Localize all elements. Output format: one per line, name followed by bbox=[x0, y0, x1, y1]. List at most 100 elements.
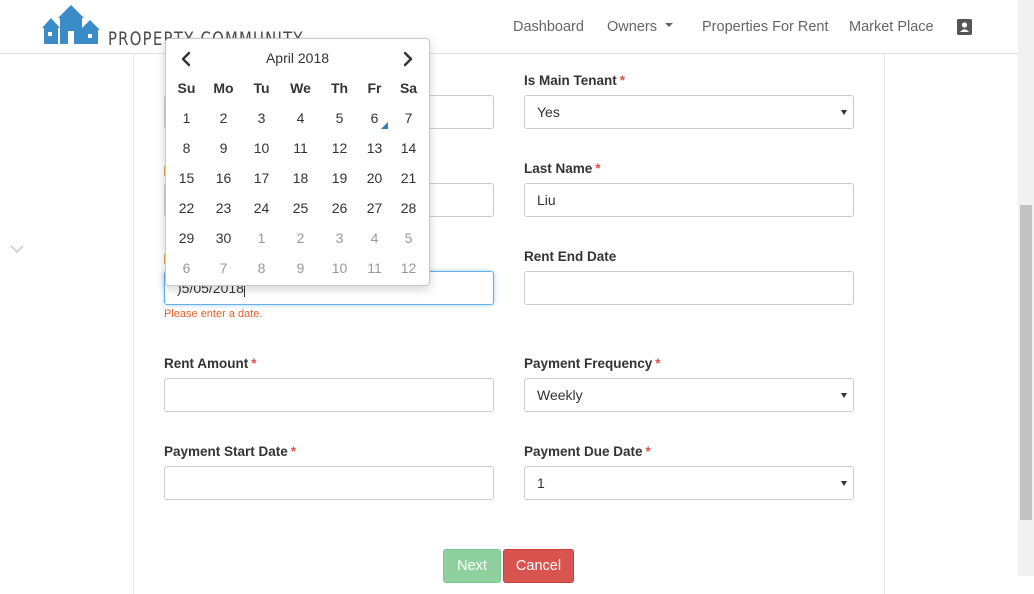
required-marker: * bbox=[619, 73, 626, 88]
payment-frequency-label: Payment Frequency * bbox=[524, 356, 661, 371]
datepicker-day[interactable]: 12 bbox=[390, 253, 427, 283]
datepicker-day[interactable]: 5 bbox=[321, 103, 358, 133]
datepicker-week-row: 1234567 bbox=[168, 103, 428, 133]
chevron-right-icon[interactable] bbox=[400, 51, 416, 67]
datepicker-day[interactable]: 19 bbox=[321, 163, 358, 193]
is-main-tenant-select[interactable]: Yes bbox=[524, 95, 854, 129]
weekday-label: We bbox=[290, 80, 311, 96]
scrollbar-thumb[interactable] bbox=[1020, 205, 1032, 520]
next-button[interactable]: Next bbox=[443, 549, 501, 583]
rent-amount-label-text: Rent Amount bbox=[164, 356, 249, 371]
payment-frequency-label-text: Payment Frequency bbox=[524, 356, 653, 371]
datepicker-day[interactable]: 30 bbox=[205, 223, 242, 253]
datepicker-week-row: 22 23 24 25 26 27 28 bbox=[168, 193, 428, 223]
datepicker-week-row: 8 9 10 11 12 13 14 bbox=[168, 133, 428, 163]
datepicker-day[interactable]: 17 bbox=[243, 163, 280, 193]
datepicker-day[interactable]: 3 bbox=[321, 223, 358, 253]
datepicker-day[interactable]: 1 bbox=[243, 223, 280, 253]
select-arrow-icon bbox=[841, 393, 847, 398]
datepicker-popup: April 2018 Su Mo Tu We Th Fr Sa 12345678… bbox=[165, 38, 430, 286]
datepicker-day[interactable]: 7 bbox=[205, 253, 242, 283]
datepicker-day[interactable]: 6 bbox=[168, 253, 205, 283]
required-marker: * bbox=[655, 356, 661, 371]
required-marker: * bbox=[595, 161, 601, 176]
datepicker-day[interactable]: 28 bbox=[390, 193, 427, 223]
datepicker-day[interactable]: 2 bbox=[205, 103, 242, 133]
datepicker-week-row: 6 7 8 9 10 11 12 bbox=[168, 253, 428, 283]
datepicker-day[interactable]: 18 bbox=[282, 163, 319, 193]
weekday-label: Sa bbox=[399, 80, 418, 96]
last-name-label-text: Last Name bbox=[524, 161, 593, 176]
select-arrow-icon bbox=[841, 481, 847, 486]
is-main-tenant-label: Is Main Tenant * bbox=[524, 73, 625, 88]
datepicker-day[interactable]: 9 bbox=[205, 133, 242, 163]
datepicker-day[interactable]: 25 bbox=[282, 193, 319, 223]
datepicker-day[interactable]: 5 bbox=[390, 223, 427, 253]
datepicker-day[interactable]: 11 bbox=[356, 253, 393, 283]
datepicker-week-row: 29 30 1 2 3 4 5 bbox=[168, 223, 428, 253]
datepicker-day[interactable]: 15 bbox=[168, 163, 205, 193]
datepicker-month-title[interactable]: April 2018 bbox=[226, 50, 369, 66]
datepicker-day[interactable]: 7 bbox=[390, 103, 427, 133]
datepicker-day[interactable]: 4 bbox=[282, 103, 319, 133]
datepicker-day[interactable]: 11 bbox=[282, 133, 319, 163]
payment-start-date-label: Payment Start Date * bbox=[164, 444, 296, 459]
payment-frequency-select[interactable]: Weekly bbox=[524, 378, 854, 412]
payment-due-date-label-text: Payment Due Date bbox=[524, 444, 643, 459]
required-marker: * bbox=[251, 356, 257, 371]
last-name-input[interactable]: Liu bbox=[524, 183, 854, 217]
datepicker-day[interactable]: 23 bbox=[205, 193, 242, 223]
datepicker-pointer-inner bbox=[11, 245, 23, 251]
datepicker-day[interactable]: 8 bbox=[243, 253, 280, 283]
nav-owners-dropdown[interactable]: Owners bbox=[607, 19, 673, 35]
datepicker-day[interactable]: 16 bbox=[205, 163, 242, 193]
datepicker-day[interactable]: 8 bbox=[168, 133, 205, 163]
top-navbar: PROPERTY COMMUNITY Dashboard Owners Prop… bbox=[0, 0, 1018, 54]
payment-due-date-label: Payment Due Date * bbox=[524, 444, 651, 459]
nav-properties-for-rent[interactable]: Properties For Rent bbox=[702, 19, 829, 35]
datepicker-day[interactable]: 3 bbox=[243, 103, 280, 133]
houses-logo-icon bbox=[42, 5, 100, 44]
datepicker-day[interactable]: 4 bbox=[356, 223, 393, 253]
nav-owners-label: Owners bbox=[607, 19, 657, 35]
rent-amount-label: Rent Amount * bbox=[164, 356, 257, 371]
datepicker-day[interactable]: 21 bbox=[390, 163, 427, 193]
cancel-button[interactable]: Cancel bbox=[503, 549, 574, 583]
datepicker-day[interactable]: 9 bbox=[282, 253, 319, 283]
required-marker: * bbox=[645, 444, 651, 459]
rent-amount-input[interactable] bbox=[164, 378, 494, 412]
weekday-label: Th bbox=[330, 80, 349, 96]
payment-start-date-input[interactable] bbox=[164, 466, 494, 500]
weekday-label: Fr bbox=[367, 80, 382, 96]
nav-dashboard[interactable]: Dashboard bbox=[513, 19, 584, 35]
payment-due-date-select[interactable]: 1 bbox=[524, 466, 854, 500]
nav-market-place[interactable]: Market Place bbox=[849, 19, 934, 35]
page-scrollbar[interactable] bbox=[1018, 0, 1034, 576]
datepicker-week-row: 15 16 17 18 19 20 21 bbox=[168, 163, 428, 193]
datepicker-day[interactable]: 10 bbox=[243, 133, 280, 163]
caret-down-icon bbox=[664, 23, 673, 28]
last-name-value: Liu bbox=[537, 192, 556, 208]
select-arrow-icon bbox=[841, 110, 847, 115]
datepicker-day[interactable]: 2 bbox=[282, 223, 319, 253]
datepicker-day[interactable]: 12 bbox=[321, 133, 358, 163]
chevron-left-icon[interactable] bbox=[178, 51, 194, 67]
datepicker-day[interactable]: 6 bbox=[356, 103, 393, 133]
datepicker-day[interactable]: 14 bbox=[390, 133, 427, 163]
rent-start-date-error: Please enter a date. bbox=[164, 308, 263, 320]
datepicker-day[interactable]: 29 bbox=[168, 223, 205, 253]
datepicker-day[interactable]: 27 bbox=[356, 193, 393, 223]
rent-end-date-input[interactable] bbox=[524, 271, 854, 305]
datepicker-day[interactable]: 1 bbox=[168, 103, 205, 133]
rent-end-date-label: Rent End Date bbox=[524, 249, 617, 264]
datepicker-day[interactable]: 26 bbox=[321, 193, 358, 223]
datepicker-day[interactable]: 10 bbox=[321, 253, 358, 283]
last-name-label: Last Name * bbox=[524, 161, 601, 176]
weekday-label: Su bbox=[177, 80, 196, 96]
datepicker-day[interactable]: 22 bbox=[168, 193, 205, 223]
payment-frequency-value: Weekly bbox=[537, 387, 583, 403]
datepicker-day[interactable]: 20 bbox=[356, 163, 393, 193]
contact-card-icon[interactable] bbox=[957, 19, 972, 35]
datepicker-day[interactable]: 13 bbox=[356, 133, 393, 163]
datepicker-day[interactable]: 24 bbox=[243, 193, 280, 223]
